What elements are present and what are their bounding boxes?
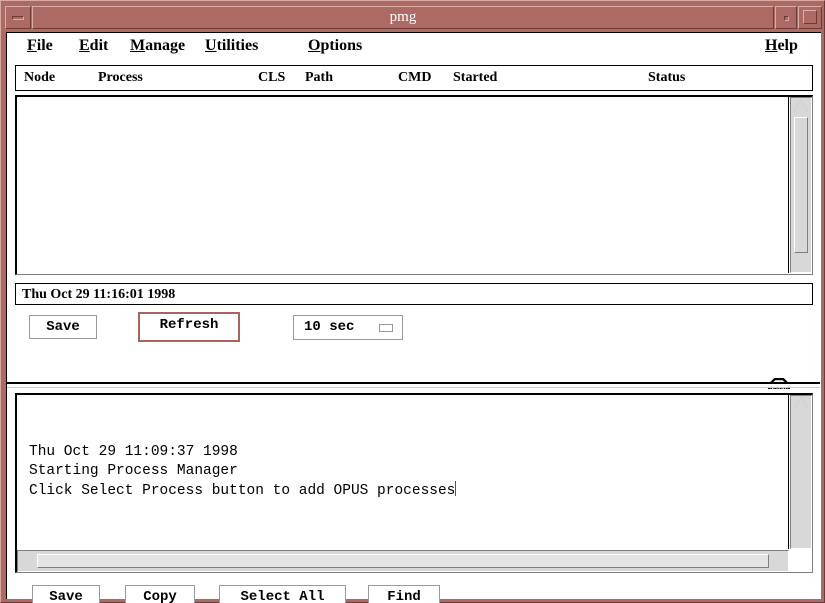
column-header-cls[interactable]: CLS <box>258 70 285 86</box>
menu-utilities-mnemonic: U <box>205 37 217 54</box>
menu-manage-mnemonic: M <box>130 37 145 54</box>
menu-options[interactable]: Options <box>306 36 364 56</box>
column-header-path[interactable]: Path <box>305 70 333 86</box>
menu-edit-mnemonic: E <box>79 37 90 54</box>
log-line-2: Starting Process Manager <box>29 462 238 481</box>
refresh-button[interactable]: Refresh <box>139 313 239 341</box>
text-cursor <box>455 481 456 496</box>
column-header-status[interactable]: Status <box>648 70 685 86</box>
client-area: File Edit Manage Utilities Options Help … <box>6 32 821 599</box>
menu-edit-label: dit <box>90 37 109 54</box>
panel-separator <box>7 382 820 388</box>
scroll-down-arrow-icon[interactable] <box>793 255 809 271</box>
title-bar: pmg <box>5 5 822 31</box>
window-title: pmg <box>33 9 773 26</box>
window-restore-button[interactable] <box>775 6 797 29</box>
process-panel: Node Process CLS Path CMD Started Status <box>7 61 820 383</box>
log-scroll-down-arrow-icon[interactable] <box>791 410 811 422</box>
log-text-box: Thu Oct 29 11:09:37 1998 Starting Proces… <box>15 393 813 573</box>
window-maximize-button[interactable] <box>798 6 822 29</box>
menu-file-mnemonic: F <box>27 37 37 54</box>
maximize-icon <box>803 10 817 24</box>
minimize-icon <box>12 16 24 20</box>
menu-manage[interactable]: Manage <box>128 36 187 56</box>
menu-utilities-label: tilities <box>217 37 259 54</box>
column-header-started[interactable]: Started <box>453 70 497 86</box>
process-list-vertical-scrollbar[interactable] <box>790 97 812 273</box>
log-text-area[interactable]: Thu Oct 29 11:09:37 1998 Starting Proces… <box>17 395 789 549</box>
log-line-3: Click Select Process button to add OPUS … <box>29 481 456 501</box>
timestamp-field: Thu Oct 29 11:16:01 1998 <box>15 283 813 305</box>
menu-options-label: ptions <box>320 37 362 54</box>
menu-edit[interactable]: Edit <box>77 36 110 56</box>
process-list-rows[interactable] <box>17 97 789 273</box>
menu-utilities[interactable]: Utilities <box>203 36 260 56</box>
option-menu-indicator-icon <box>379 324 393 332</box>
menu-options-mnemonic: O <box>308 37 320 54</box>
column-header-node[interactable]: Node <box>24 70 55 86</box>
log-scroll-right-arrow-icon[interactable] <box>771 553 787 569</box>
refresh-interval-option-menu[interactable]: 10 sec <box>293 315 403 340</box>
application-window: pmg File Edit Manage Utilities Options H… <box>0 0 825 603</box>
restore-icon <box>784 16 789 21</box>
process-list-box <box>15 95 813 275</box>
log-vertical-scrollbar[interactable] <box>790 395 812 549</box>
scroll-thumb[interactable] <box>794 117 808 253</box>
menu-file[interactable]: File <box>25 36 55 56</box>
menu-help-label: elp <box>777 37 797 54</box>
menu-help-mnemonic: H <box>765 37 777 54</box>
log-line-3-text: Click Select Process button to add OPUS … <box>29 483 455 499</box>
process-list-header: Node Process CLS Path CMD Started Status <box>15 65 813 91</box>
log-scroll-left-arrow-icon[interactable] <box>19 553 35 569</box>
window-frame: pmg File Edit Manage Utilities Options H… <box>0 0 825 603</box>
menu-help[interactable]: Help <box>763 36 800 56</box>
window-minimize-button[interactable] <box>5 6 31 29</box>
log-panel: Thu Oct 29 11:09:37 1998 Starting Proces… <box>7 389 820 599</box>
log-buttons-row: Save Copy Select All Find <box>7 581 820 603</box>
log-hscroll-thumb[interactable] <box>37 554 769 568</box>
select-all-button[interactable]: Select All <box>219 585 346 603</box>
title-bar-label-area[interactable]: pmg <box>32 6 774 29</box>
menu-file-label: ile <box>37 37 53 54</box>
column-header-process[interactable]: Process <box>98 70 143 86</box>
find-button[interactable]: Find <box>368 585 440 603</box>
column-header-cmd[interactable]: CMD <box>398 70 431 86</box>
log-scroll-up-arrow-icon[interactable] <box>791 397 811 409</box>
timestamp-value: Thu Oct 29 11:16:01 1998 <box>22 287 175 303</box>
log-line-1: Thu Oct 29 11:09:37 1998 <box>29 443 238 462</box>
log-horizontal-scrollbar[interactable] <box>17 550 789 572</box>
scrollbar-corner <box>790 550 812 572</box>
refresh-interval-value: 10 sec <box>304 316 354 339</box>
scroll-up-arrow-icon[interactable] <box>793 99 809 115</box>
process-controls-row: Save Refresh 10 sec <box>7 311 820 351</box>
save-processes-button[interactable]: Save <box>29 315 97 339</box>
save-log-button[interactable]: Save <box>32 585 100 603</box>
menu-manage-label: anage <box>145 37 185 54</box>
menu-bar: File Edit Manage Utilities Options Help <box>7 33 820 61</box>
copy-button[interactable]: Copy <box>125 585 195 603</box>
